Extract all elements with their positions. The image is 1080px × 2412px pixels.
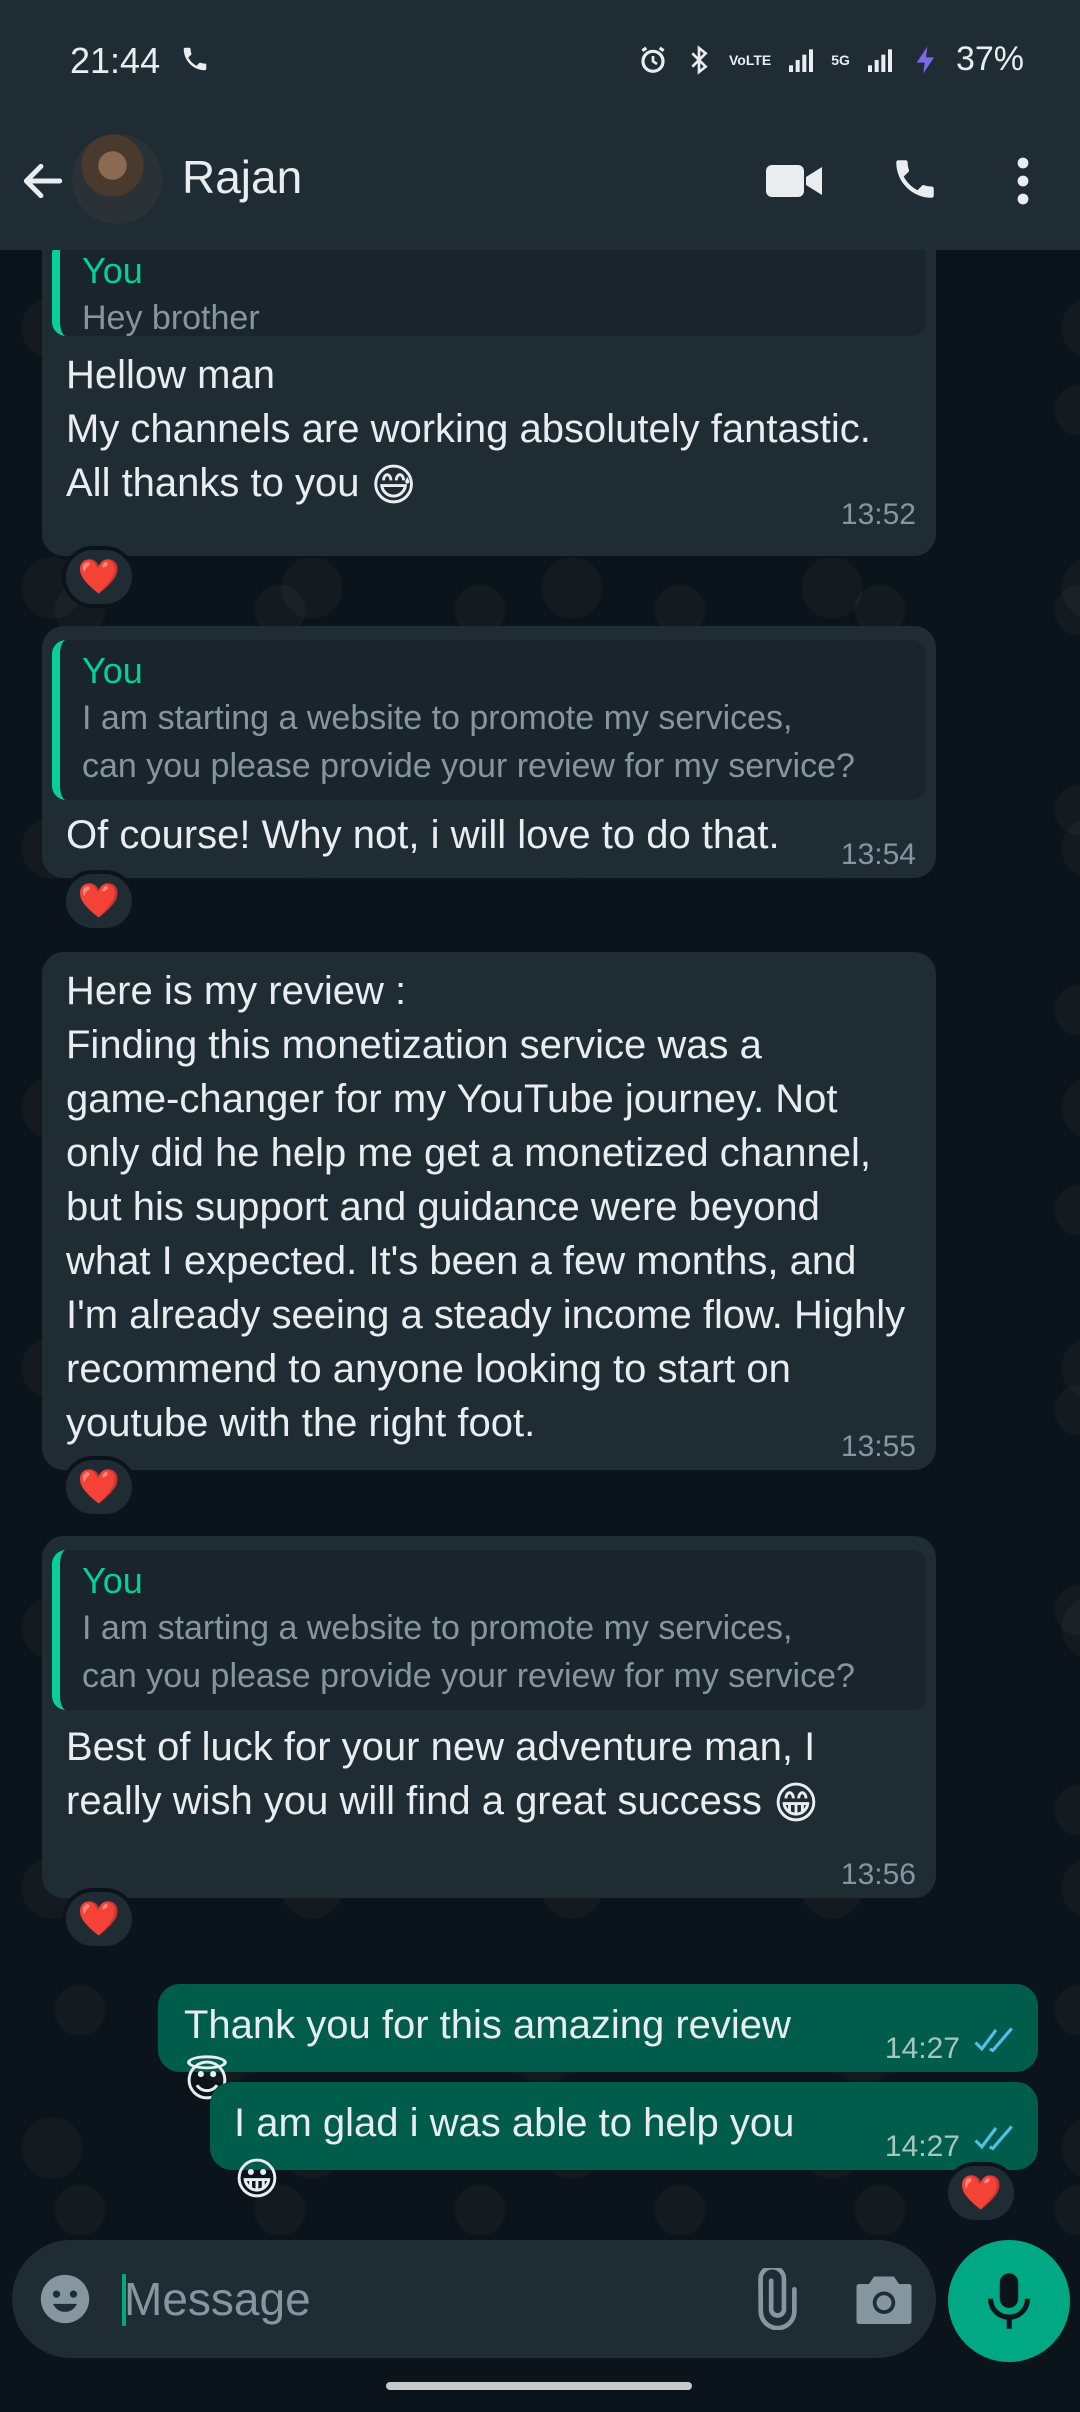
message-bubble-outgoing[interactable]: I am glad i was able to help you 😀 14:27 bbox=[210, 2082, 1038, 2204]
message-list[interactable]: You Hey brother Hellow man My channels a… bbox=[0, 250, 1080, 2240]
message-bubble-incoming[interactable]: You Hey brother Hellow man My channels a… bbox=[42, 250, 936, 556]
message-text: Hellow man My channels are working absol… bbox=[66, 353, 871, 505]
emoji: 😀 bbox=[234, 2155, 280, 2204]
video-call-icon[interactable] bbox=[764, 156, 824, 206]
more-options-icon[interactable] bbox=[1000, 154, 1046, 208]
message-text-wrap: Best of luck for your new adventure man,… bbox=[66, 1720, 912, 1831]
quoted-text: I am starting a website to promote my se… bbox=[82, 699, 855, 785]
reaction-heart[interactable]: ❤️ bbox=[62, 1888, 136, 1950]
quoted-text: Hey brother bbox=[82, 299, 260, 337]
message-time: 13:56 bbox=[840, 1858, 916, 1891]
read-receipt-icon bbox=[974, 2125, 1013, 2151]
reaction-emoji: ❤️ bbox=[77, 558, 121, 596]
reaction-emoji: ❤️ bbox=[77, 1468, 121, 1506]
voice-message-button[interactable] bbox=[948, 2240, 1070, 2362]
read-receipt-icon bbox=[974, 2027, 1013, 2053]
quoted-author: You bbox=[82, 650, 143, 691]
network-type: 5G bbox=[831, 51, 850, 68]
battery-percent: 37% bbox=[955, 40, 1024, 78]
message-text: Here is my review : Finding this monetiz… bbox=[66, 969, 906, 1445]
message-bubble-incoming[interactable]: Here is my review : Finding this monetiz… bbox=[42, 952, 936, 1470]
reaction-heart[interactable]: ❤️ bbox=[62, 1456, 136, 1518]
message-bubble-incoming[interactable]: You I am starting a website to promote m… bbox=[42, 1536, 936, 1898]
charging-icon bbox=[916, 46, 934, 73]
volte-indicator: VoLTE bbox=[728, 51, 772, 68]
contact-avatar[interactable] bbox=[72, 134, 162, 224]
microphone-icon bbox=[988, 2273, 1030, 2329]
message-text: Best of luck for your new adventure man,… bbox=[66, 1725, 816, 1823]
status-time: 21:44 bbox=[70, 40, 161, 81]
voice-call-icon[interactable] bbox=[890, 154, 940, 204]
attachment-icon[interactable] bbox=[742, 2268, 804, 2330]
reaction-emoji: ❤️ bbox=[77, 1900, 121, 1938]
message-time: 13:54 bbox=[840, 838, 916, 871]
contact-name[interactable]: Rajan bbox=[182, 150, 302, 204]
message-text-wrap: Hellow man My channels are working absol… bbox=[66, 348, 912, 513]
camera-icon[interactable] bbox=[854, 2270, 914, 2328]
reaction-emoji: ❤️ bbox=[959, 2174, 1003, 2212]
message-bubble-outgoing[interactable]: Thank you for this amazing review 😇 14:2… bbox=[158, 1984, 1038, 2106]
back-arrow-icon[interactable] bbox=[18, 156, 68, 206]
status-icons: VoLTE 5G 37% bbox=[637, 40, 1024, 79]
message-composer bbox=[12, 2240, 936, 2358]
emoji: 😁 bbox=[772, 1779, 819, 1828]
quoted-author: You bbox=[82, 250, 143, 291]
bluetooth-icon bbox=[691, 44, 708, 75]
reaction-heart[interactable]: ❤️ bbox=[944, 2162, 1018, 2224]
quoted-message[interactable]: You I am starting a website to promote m… bbox=[52, 1550, 926, 1710]
message-text: I am glad i was able to help you bbox=[234, 2101, 795, 2145]
quoted-text: I am starting a website to promote my se… bbox=[82, 1609, 855, 1695]
chat-header: Rajan bbox=[0, 120, 1080, 250]
emoji: 😅 bbox=[370, 461, 417, 510]
home-gesture-bar[interactable] bbox=[386, 2382, 692, 2390]
reaction-heart[interactable]: ❤️ bbox=[62, 546, 136, 608]
message-time: 14:27 bbox=[884, 2130, 960, 2163]
signal-icon-1 bbox=[789, 48, 814, 72]
status-bar: 21:44 VoLTE 5G 37% bbox=[0, 0, 1080, 120]
message-text: Of course! Why not, i will love to do th… bbox=[66, 813, 780, 857]
quoted-message[interactable]: You Hey brother bbox=[52, 250, 926, 337]
ongoing-call-icon bbox=[183, 47, 207, 71]
quoted-author: You bbox=[82, 1560, 143, 1601]
message-time: 13:52 bbox=[840, 498, 916, 531]
message-text: Thank you for this amazing review bbox=[184, 2003, 791, 2047]
reaction-heart[interactable]: ❤️ bbox=[62, 870, 136, 932]
message-text-wrap: I am glad i was able to help you 😀 bbox=[234, 2096, 838, 2207]
message-time: 13:55 bbox=[840, 1430, 916, 1463]
alarm-icon bbox=[641, 46, 665, 73]
signal-icon-2 bbox=[867, 48, 892, 72]
quoted-message[interactable]: You I am starting a website to promote m… bbox=[52, 640, 926, 800]
message-time: 14:27 bbox=[884, 2032, 960, 2065]
message-input[interactable] bbox=[124, 2268, 684, 2330]
emoji-picker-icon[interactable] bbox=[36, 2270, 94, 2328]
reaction-emoji: ❤️ bbox=[77, 882, 121, 920]
message-bubble-incoming[interactable]: You I am starting a website to promote m… bbox=[42, 626, 936, 878]
